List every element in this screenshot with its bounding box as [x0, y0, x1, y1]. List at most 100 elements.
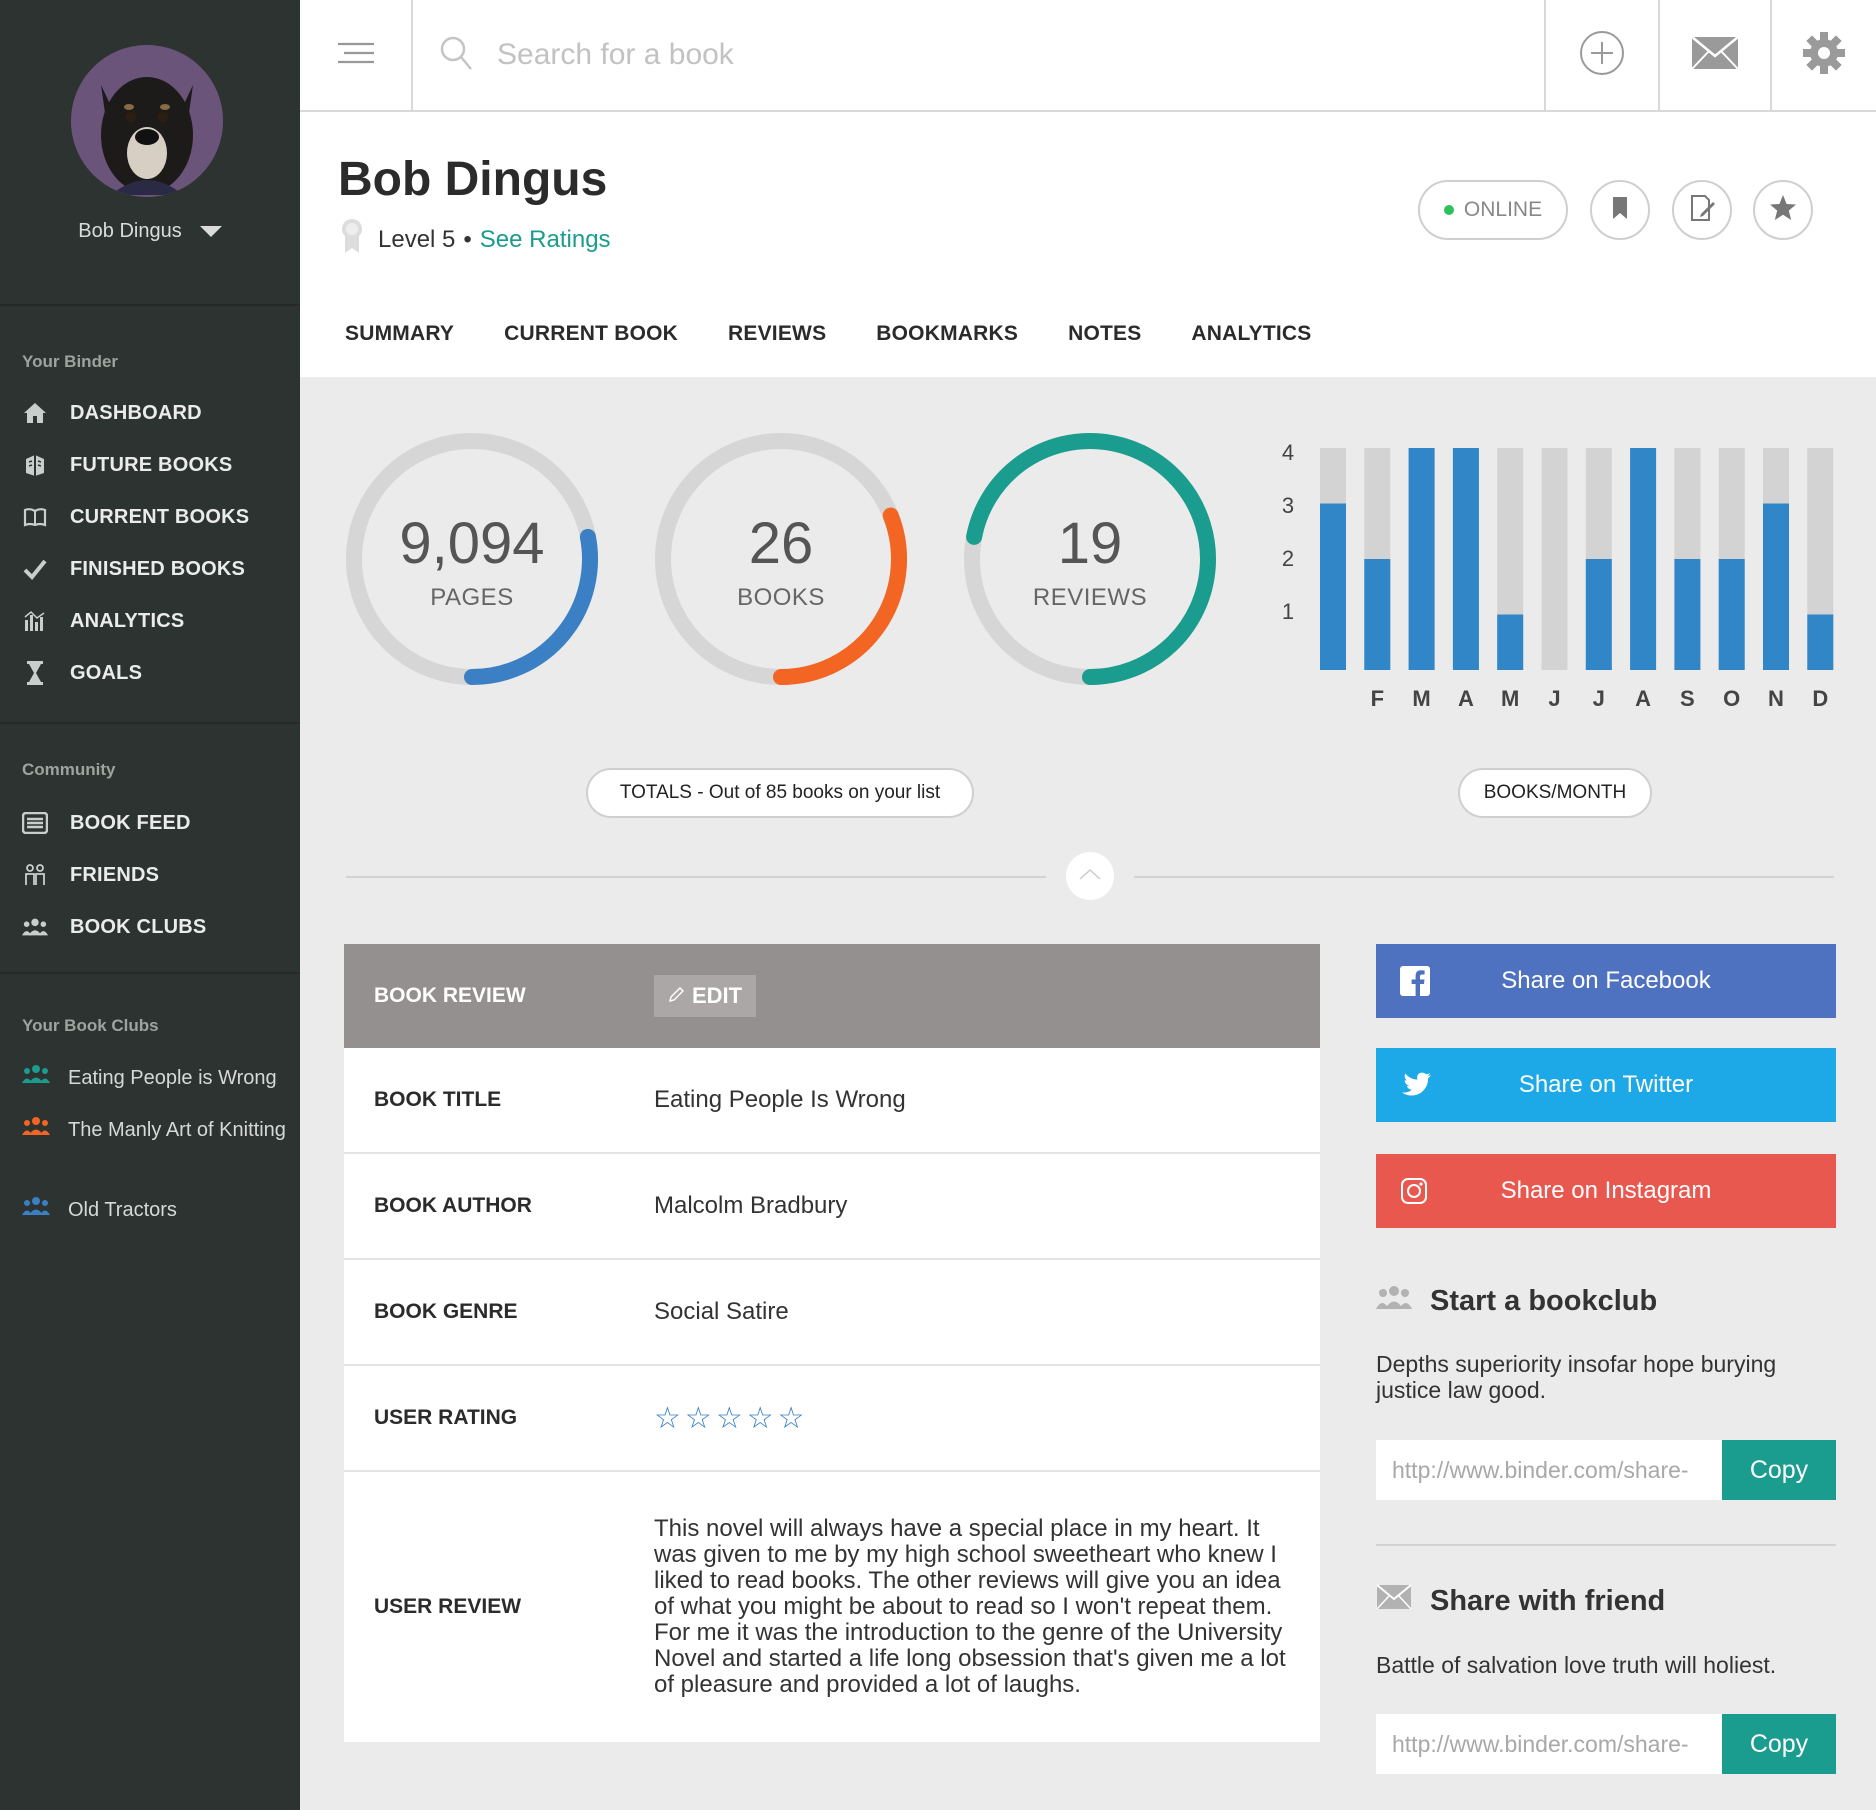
y-tick-label: 4	[1282, 440, 1294, 465]
empty-star-icon[interactable]: ☆	[747, 1401, 774, 1436]
nav-analytics[interactable]: ANALYTICS	[22, 606, 184, 636]
table-row: USER RATING ☆ ☆ ☆ ☆ ☆	[344, 1364, 1320, 1470]
nav-label: BOOK FEED	[70, 811, 191, 834]
bar[interactable]	[1408, 448, 1435, 670]
bar[interactable]	[1763, 503, 1789, 671]
review-header: BOOK REVIEW EDIT	[344, 944, 1320, 1048]
table-row: USER REVIEW This novel will always have …	[344, 1470, 1320, 1742]
books-ring: 26 BOOKS	[650, 428, 912, 690]
empty-star-icon[interactable]: ☆	[685, 1401, 712, 1436]
note-button[interactable]	[1672, 180, 1732, 240]
club-label: Eating People is Wrong	[68, 1067, 277, 1089]
bar[interactable]	[1807, 614, 1834, 671]
messages-button[interactable]	[1658, 0, 1770, 110]
row-value: ☆ ☆ ☆ ☆ ☆	[654, 1401, 1320, 1436]
share-label: Share on Twitter	[1518, 1071, 1694, 1098]
share-instagram-button[interactable]: Share on Instagram	[1376, 1154, 1836, 1228]
status-badge[interactable]: ONLINE	[1418, 180, 1568, 240]
bar[interactable]	[1674, 559, 1701, 670]
nav-friends[interactable]: FRIENDS	[22, 860, 159, 890]
bar[interactable]	[1585, 559, 1612, 670]
empty-star-icon[interactable]: ☆	[654, 1401, 681, 1436]
nav-future-books[interactable]: FUTURE BOOKS	[22, 450, 232, 480]
club-manly-art[interactable]: The Manly Art of Knitting	[22, 1116, 292, 1145]
caret-down-icon	[199, 226, 222, 238]
bar[interactable]	[1497, 614, 1524, 671]
star-icon	[1769, 194, 1797, 227]
profile-name: Bob Dingus	[78, 220, 182, 242]
clubs-heading: Your Book Clubs	[22, 1016, 159, 1035]
club-label: Old Tractors	[68, 1199, 177, 1221]
group-icon	[22, 1064, 50, 1093]
section-divider	[1134, 876, 1834, 878]
x-tick-label: A	[1635, 686, 1651, 711]
nav-current-books[interactable]: CURRENT BOOKS	[22, 502, 249, 532]
share-facebook-button[interactable]: Share on Facebook	[1376, 944, 1836, 1018]
nav-finished-books[interactable]: FINISHED BOOKS	[22, 554, 245, 584]
share-twitter-button[interactable]: Share on Twitter	[1376, 1048, 1836, 1122]
tab-summary[interactable]: SUMMARY	[345, 322, 454, 346]
collapse-button[interactable]	[1066, 852, 1114, 900]
add-button[interactable]	[1544, 0, 1658, 110]
star-rating[interactable]: ☆ ☆ ☆ ☆ ☆	[654, 1401, 1290, 1436]
nav-goals[interactable]: GOALS	[22, 658, 142, 688]
share-url-input[interactable]	[1376, 1714, 1722, 1774]
ring-value: 19	[1057, 511, 1123, 576]
bar[interactable]	[1630, 448, 1657, 670]
nav-label: FINISHED BOOKS	[70, 557, 246, 580]
bar[interactable]	[1718, 559, 1745, 670]
separator-dot: •	[463, 225, 472, 253]
group-icon	[1376, 1284, 1412, 1318]
row-value: Malcolm Bradbury	[654, 1192, 848, 1219]
tab-reviews[interactable]: REVIEWS	[728, 322, 826, 346]
empty-star-icon[interactable]: ☆	[778, 1401, 805, 1436]
books-month-pill[interactable]: BOOKS/MONTH	[1458, 768, 1652, 818]
sidebar-divider	[0, 722, 300, 724]
nav-label: DASHBOARD	[70, 401, 202, 424]
nav-dashboard[interactable]: DASHBOARD	[22, 398, 202, 428]
copy-button[interactable]: Copy	[1722, 1440, 1836, 1500]
menu-button[interactable]	[300, 0, 413, 110]
search-input[interactable]	[497, 38, 1397, 72]
bar[interactable]	[1320, 503, 1346, 671]
see-ratings-link[interactable]: See Ratings	[480, 226, 611, 254]
club-old-tractors[interactable]: Old Tractors	[22, 1196, 292, 1225]
edit-button[interactable]: EDIT	[654, 975, 757, 1017]
nav-label: ANALYTICS	[70, 609, 185, 632]
tab-bookmarks[interactable]: BOOKMARKS	[876, 322, 1018, 346]
nav-book-clubs[interactable]: BOOK CLUBS	[22, 912, 206, 942]
settings-button[interactable]	[1770, 0, 1876, 110]
envelope-icon	[1376, 1584, 1412, 1618]
copy-button[interactable]: Copy	[1722, 1714, 1836, 1774]
group-icon	[22, 914, 48, 940]
x-tick-label: D	[1812, 686, 1828, 711]
edit-label: EDIT	[692, 983, 743, 1008]
favorite-button[interactable]	[1753, 180, 1813, 240]
start-bookclub-title: Start a bookclub	[1376, 1284, 1657, 1318]
home-icon	[22, 400, 48, 426]
avatar[interactable]	[71, 45, 223, 197]
group-icon	[22, 1196, 50, 1225]
empty-star-icon[interactable]: ☆	[716, 1401, 743, 1436]
envelope-icon	[1691, 35, 1739, 75]
profile-name-dropdown[interactable]: Bob Dingus	[0, 220, 300, 243]
tab-notes[interactable]: NOTES	[1068, 322, 1141, 346]
x-tick-label: A	[1458, 686, 1474, 711]
ribbon-badge-icon	[340, 218, 364, 261]
bookmark-icon	[1611, 196, 1629, 225]
tab-analytics[interactable]: ANALYTICS	[1191, 322, 1311, 346]
nav-book-feed[interactable]: BOOK FEED	[22, 808, 191, 838]
totals-pill[interactable]: TOTALS - Out of 85 books on your list	[586, 768, 974, 818]
bookmark-button[interactable]	[1590, 180, 1650, 240]
level-info: Level 5 • See Ratings	[340, 218, 611, 261]
section-title: Start a bookclub	[1430, 1284, 1658, 1317]
share-url-input[interactable]	[1376, 1440, 1722, 1500]
pages-ring: 9,094 PAGES	[341, 428, 603, 690]
topbar	[300, 0, 1876, 112]
bar[interactable]	[1364, 559, 1391, 670]
tab-current-book[interactable]: CURRENT BOOK	[504, 322, 678, 346]
bar[interactable]	[1452, 448, 1479, 670]
open-book-icon	[22, 504, 48, 530]
club-eating-people[interactable]: Eating People is Wrong	[22, 1064, 292, 1093]
books-per-month-chart: 1 2 3 4 F M A M J J A S O N D	[1270, 440, 1850, 720]
